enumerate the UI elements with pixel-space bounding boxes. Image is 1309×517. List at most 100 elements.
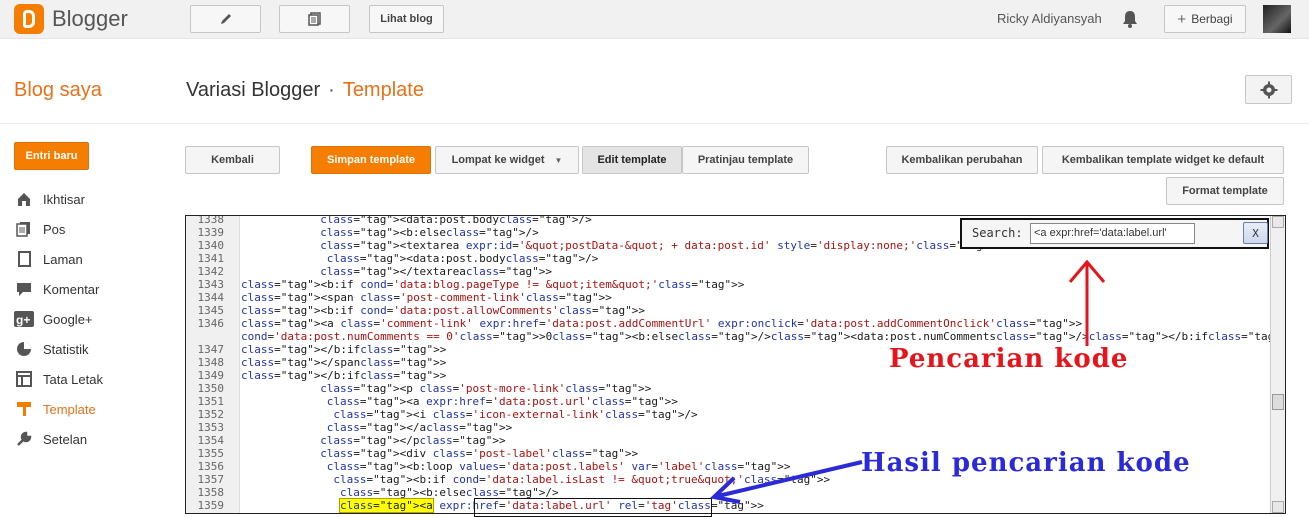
code-line[interactable]: cond='data:post.numComments == 0'class="… (186, 330, 1285, 343)
code-text: class="tag"><span class='post-comment-li… (241, 291, 612, 304)
sidebar-item-google-plus[interactable]: g+ Google+ (14, 304, 164, 334)
sidebar-item-label: Laman (43, 251, 83, 267)
new-post-pencil-button[interactable] (190, 5, 261, 33)
notification-bell-icon[interactable] (1122, 10, 1138, 28)
line-number: 1357 (197, 473, 225, 486)
sidebar-item-stats[interactable]: Statistik (14, 334, 164, 364)
new-post-button[interactable]: Entri baru (14, 142, 89, 170)
plus-icon: + (1177, 10, 1187, 28)
sidebar-item-posts[interactable]: Pos (14, 214, 164, 244)
sidebar-item-label: Google+ (43, 311, 93, 327)
code-line[interactable]: 1345 class="tag"><b:if cond='data:post.al… (186, 304, 1271, 317)
result-annotation: Hasil pencarian kode (861, 448, 1191, 478)
scroll-up-arrow-icon[interactable] (1272, 216, 1284, 228)
share-button[interactable]: + Berbagi (1164, 5, 1246, 33)
line-number: 1358 (197, 486, 225, 499)
line-number: 1341 (197, 252, 225, 265)
blog-name[interactable]: Variasi Blogger (186, 79, 320, 101)
top-bar: Blogger Lihat blog Ricky Aldiyansyah + B… (0, 0, 1309, 39)
code-line[interactable]: 1350 class="tag"><p class='post-more-link… (186, 382, 1271, 395)
code-line[interactable]: 1343 class="tag"><b:if cond='data:blog.pa… (186, 278, 1271, 291)
line-number: 1345 (197, 304, 225, 317)
line-number: 1354 (197, 434, 225, 447)
code-line[interactable]: 1354 class="tag"></pclass="tag">> (186, 434, 1271, 447)
line-number: 1340 (197, 239, 225, 252)
title-separator: · (328, 79, 335, 101)
blue-arrow-left-icon (709, 460, 863, 504)
red-arrow-up-icon (1068, 259, 1106, 346)
search-annotation: Pencarian kode (889, 344, 1129, 374)
sidebar-item-comments[interactable]: Komentar (14, 274, 164, 304)
my-blogs-link[interactable]: Blog saya (14, 79, 102, 102)
line-number: 1347 (197, 343, 225, 356)
sidebar-item-label: Statistik (43, 341, 89, 357)
code-line[interactable]: 1353 class="tag"></aclass="tag">> (186, 421, 1271, 434)
sidebar-item-label: Template (43, 401, 96, 417)
close-search-button[interactable]: X (1243, 222, 1268, 244)
code-text: class="tag"><div class='post-label'class… (320, 447, 639, 460)
sidebar-item-label: Setelan (43, 431, 88, 447)
sidebar-item-label: Tata Letak (43, 371, 103, 387)
stats-icon (14, 340, 34, 358)
share-label: Berbagi (1191, 12, 1233, 26)
preview-template-button[interactable]: Pratinjau template (682, 146, 809, 174)
code-text: class="tag"></textareaclass="tag">> (320, 265, 553, 278)
settings-gear-button[interactable] (1245, 75, 1292, 104)
search-input[interactable]: <a expr:href='data:label.url' (1030, 223, 1195, 244)
scrollbar-thumb[interactable] (1272, 394, 1284, 410)
sidebar-item-pages[interactable]: Laman (14, 244, 164, 274)
chevron-down-icon: ▼ (554, 155, 563, 165)
revert-widgets-button[interactable]: Kembalikan template widget ke default (1042, 146, 1284, 174)
code-text: class="tag"><data:post.bodyclass="tag">/… (320, 215, 592, 226)
scroll-down-arrow-icon[interactable] (1272, 501, 1284, 513)
sidebar-item-template[interactable]: Template (14, 394, 164, 424)
line-number: 1346 (197, 317, 225, 330)
editor-scrollbar[interactable] (1270, 216, 1285, 513)
line-number: 1344 (197, 291, 225, 304)
sidebar-item-label: Komentar (43, 281, 100, 297)
pages-icon (14, 250, 34, 268)
code-line[interactable]: 1352 class="tag"><i class='icon-external-… (186, 408, 1271, 421)
code-text: cond='data:post.numComments == 0'class="… (241, 330, 1285, 343)
revert-changes-button[interactable]: Kembalikan perubahan (886, 146, 1038, 174)
code-text: class="tag"></b:ifclass="tag">> (241, 343, 447, 356)
layout-icon (14, 370, 34, 388)
code-line[interactable]: 1351 class="tag"><a expr:href='data:post.… (186, 395, 1271, 408)
line-number: 1353 (197, 421, 225, 434)
code-line[interactable]: 1346 class="tag"><a class='comment-link' … (186, 317, 1271, 330)
comments-icon (14, 280, 34, 298)
sidebar-item-layout[interactable]: Tata Letak (14, 364, 164, 394)
code-line[interactable]: 1342 class="tag"></textareaclass="tag">> (186, 265, 1271, 278)
code-line[interactable]: 1341 class="tag"><data:post.bodyclass="ta… (186, 252, 1271, 265)
brand-name[interactable]: Blogger (52, 6, 128, 32)
save-template-button[interactable]: Simpan template (311, 146, 431, 174)
line-number: 1350 (197, 382, 225, 395)
page-title: Variasi Blogger · Template (186, 79, 424, 102)
sidebar-item-overview[interactable]: Ikhtisar (14, 184, 164, 214)
back-button[interactable]: Kembali (185, 146, 280, 174)
line-number: 1343 (197, 278, 225, 291)
code-text: class="tag"><b:elseclass="tag">/> (320, 226, 539, 239)
user-name[interactable]: Ricky Aldiyansyah (997, 11, 1102, 26)
line-number: 1342 (197, 265, 225, 278)
avatar[interactable] (1263, 5, 1291, 33)
posts-icon (14, 220, 34, 238)
posts-list-button[interactable] (279, 5, 350, 33)
edit-template-button[interactable]: Edit template (582, 146, 682, 174)
blogger-logo-icon[interactable] (14, 4, 44, 34)
line-number: 1356 (197, 460, 225, 473)
settings-wrench-icon (14, 430, 34, 448)
pencil-icon (220, 14, 231, 24)
view-blog-button[interactable]: Lihat blog (369, 5, 444, 33)
sidebar-item-label: Ikhtisar (43, 191, 85, 207)
line-number: 1351 (197, 395, 225, 408)
format-template-button[interactable]: Format template (1166, 177, 1284, 205)
line-number: 1348 (197, 356, 225, 369)
sidebar-item-settings[interactable]: Setelan (14, 424, 164, 454)
line-number: 1359 (197, 499, 225, 512)
code-text: class="tag"></pclass="tag">> (320, 434, 506, 447)
overview-icon (14, 190, 34, 208)
jump-to-widget-dropdown[interactable]: Lompat ke widget ▼ (435, 146, 579, 174)
code-text: class="tag"><data:post.bodyclass="tag">/… (326, 252, 599, 265)
code-line[interactable]: 1344 class="tag"><span class='post-commen… (186, 291, 1271, 304)
